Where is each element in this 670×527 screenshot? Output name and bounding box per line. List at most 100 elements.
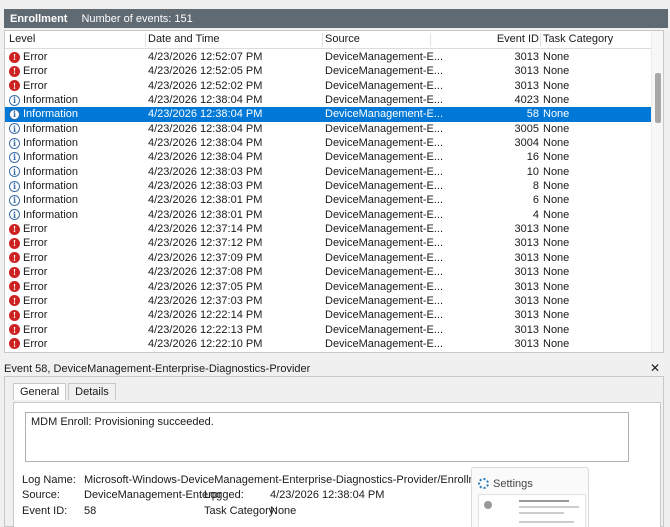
table-row[interactable]: i Information 4/23/2026 12:38:04 PM DeviceM…: [5, 107, 653, 122]
level-cell: ! Error: [9, 50, 47, 64]
datetime-cell: 4/23/2026 12:38:04 PM: [148, 151, 263, 164]
level-text: Information: [23, 180, 79, 193]
datetime-cell: 4/23/2026 12:52:05 PM: [148, 65, 263, 78]
tab-details[interactable]: Details: [68, 383, 116, 400]
table-row[interactable]: i Information 4/23/2026 12:38:01 PM DeviceM…: [5, 208, 653, 222]
table-row[interactable]: i Information 4/23/2026 12:38:03 PM DeviceM…: [5, 179, 653, 193]
column-header-source[interactable]: Source: [325, 33, 360, 45]
logged-label: Logged:: [204, 489, 244, 501]
level-cell: ! Error: [9, 294, 47, 308]
column-separator[interactable]: [322, 33, 323, 47]
event-id-cell: 3013: [514, 223, 539, 236]
table-row[interactable]: ! Error 4/23/2026 12:52:05 PM DeviceManagem…: [5, 64, 653, 78]
log-title: Enrollment: [10, 12, 68, 25]
close-icon[interactable]: ✕: [650, 361, 660, 375]
task-category-cell: None: [543, 251, 570, 264]
table-row[interactable]: i Information 4/23/2026 12:38:03 PM DeviceM…: [5, 165, 653, 179]
table-row[interactable]: i Information 4/23/2026 12:38:04 PM DeviceM…: [5, 150, 653, 164]
events-list: ! Error 4/23/2026 12:52:07 PM DeviceManagem…: [5, 50, 653, 351]
level-text: Information: [23, 108, 79, 121]
event-count: Number of events: 151: [81, 12, 193, 25]
scrollbar-thumb[interactable]: [655, 73, 661, 123]
level-cell: i Information: [9, 150, 78, 164]
event-message[interactable]: MDM Enroll: Provisioning succeeded.: [25, 412, 629, 462]
event-id-cell: 6: [532, 194, 539, 207]
level-cell: i Information: [9, 107, 78, 121]
events-grid[interactable]: Level Date and Time Source Event ID Task…: [4, 30, 664, 353]
level-cell: i Information: [9, 122, 78, 136]
gear-icon: [478, 478, 489, 489]
table-row[interactable]: ! Error 4/23/2026 12:52:02 PM DeviceManagem…: [5, 79, 653, 93]
level-cell: ! Error: [9, 64, 47, 78]
source-cell: DeviceManagement-E...: [325, 323, 443, 336]
column-header-datetime[interactable]: Date and Time: [148, 33, 220, 45]
log-title-bar: Enrollment Number of events: 151: [4, 9, 668, 28]
table-row[interactable]: ! Error 4/23/2026 12:37:03 PM DeviceManagem…: [5, 294, 653, 308]
level-text: Information: [23, 137, 79, 150]
level-text: Error: [23, 51, 48, 63]
table-row[interactable]: ! Error 4/23/2026 12:37:08 PM DeviceManagem…: [5, 265, 653, 279]
table-row[interactable]: ! Error 4/23/2026 12:22:13 PM DeviceManagem…: [5, 323, 653, 337]
preview-line: [519, 500, 569, 502]
column-separator[interactable]: [540, 33, 541, 47]
level-cell: ! Error: [9, 337, 47, 351]
table-row[interactable]: ! Error 4/23/2026 12:37:05 PM DeviceManagem…: [5, 280, 653, 294]
source-cell: DeviceManagement-E...: [325, 79, 443, 92]
source-cell: DeviceManagement-E...: [325, 65, 443, 78]
datetime-cell: 4/23/2026 12:37:12 PM: [148, 237, 263, 250]
information-icon: i: [9, 180, 20, 192]
column-header-level[interactable]: Level: [9, 33, 35, 45]
table-row[interactable]: ! Error 4/23/2026 12:37:14 PM DeviceManagem…: [5, 222, 653, 236]
datetime-cell: 4/23/2026 12:38:04 PM: [148, 94, 263, 107]
level-cell: i Information: [9, 208, 78, 222]
column-separator[interactable]: [145, 33, 146, 47]
task-category-label: Task Category:: [204, 505, 278, 517]
source-cell: DeviceManagement-E...: [325, 151, 443, 164]
table-row[interactable]: i Information 4/23/2026 12:38:01 PM DeviceM…: [5, 193, 653, 207]
preview-line: [519, 506, 579, 508]
table-row[interactable]: ! Error 4/23/2026 12:52:07 PM DeviceManagem…: [5, 50, 653, 64]
error-icon: !: [9, 80, 20, 92]
task-category-cell: None: [543, 266, 570, 279]
vertical-scrollbar[interactable]: [651, 31, 663, 352]
column-separator[interactable]: [430, 33, 431, 47]
level-text: Error: [23, 223, 48, 236]
source-cell: DeviceManagement-E...: [325, 337, 443, 350]
datetime-cell: 4/23/2026 12:37:09 PM: [148, 251, 263, 264]
tab-general[interactable]: General: [13, 383, 67, 400]
event-id-cell: 3013: [514, 79, 539, 92]
table-row[interactable]: ! Error 4/23/2026 12:22:14 PM DeviceManagem…: [5, 308, 653, 322]
task-category-cell: None: [543, 108, 570, 121]
level-text: Information: [23, 122, 79, 135]
table-row[interactable]: ! Error 4/23/2026 12:22:10 PM DeviceManagem…: [5, 337, 653, 351]
level-cell: i Information: [9, 193, 78, 207]
level-text: Error: [23, 65, 48, 78]
table-row[interactable]: i Information 4/23/2026 12:38:04 PM DeviceM…: [5, 122, 653, 136]
source-cell: DeviceManagement-E...: [325, 251, 443, 264]
table-row[interactable]: i Information 4/23/2026 12:38:04 PM DeviceM…: [5, 136, 653, 150]
table-row[interactable]: ! Error 4/23/2026 12:37:09 PM DeviceManagem…: [5, 251, 653, 265]
column-header-event-id[interactable]: Event ID: [475, 33, 539, 45]
source-cell: DeviceManagement-E...: [325, 137, 443, 150]
level-cell: i Information: [9, 136, 78, 150]
level-text: Information: [23, 165, 79, 178]
datetime-cell: 4/23/2026 12:52:07 PM: [148, 51, 263, 63]
table-row[interactable]: ! Error 4/23/2026 12:37:12 PM DeviceManagem…: [5, 236, 653, 250]
datetime-cell: 4/23/2026 12:22:13 PM: [148, 323, 263, 336]
task-category-cell: None: [543, 323, 570, 336]
source-cell: DeviceManagement-E...: [325, 165, 443, 178]
datetime-cell: 4/23/2026 12:22:10 PM: [148, 337, 263, 350]
table-row[interactable]: i Information 4/23/2026 12:38:04 PM DeviceM…: [5, 93, 653, 107]
event-id-cell: 3013: [514, 237, 539, 250]
preview-line: [519, 512, 564, 514]
level-text: Error: [23, 251, 48, 264]
event-id-cell: 8: [532, 180, 539, 193]
task-category-cell: None: [543, 309, 570, 322]
column-header-task-category[interactable]: Task Category: [543, 33, 613, 45]
event-id-cell: 3013: [514, 337, 539, 350]
datetime-cell: 4/23/2026 12:37:08 PM: [148, 266, 263, 279]
source-cell: DeviceManagement-E...: [325, 122, 443, 135]
error-icon: !: [9, 252, 20, 264]
level-cell: ! Error: [9, 265, 47, 279]
level-cell: ! Error: [9, 79, 47, 93]
